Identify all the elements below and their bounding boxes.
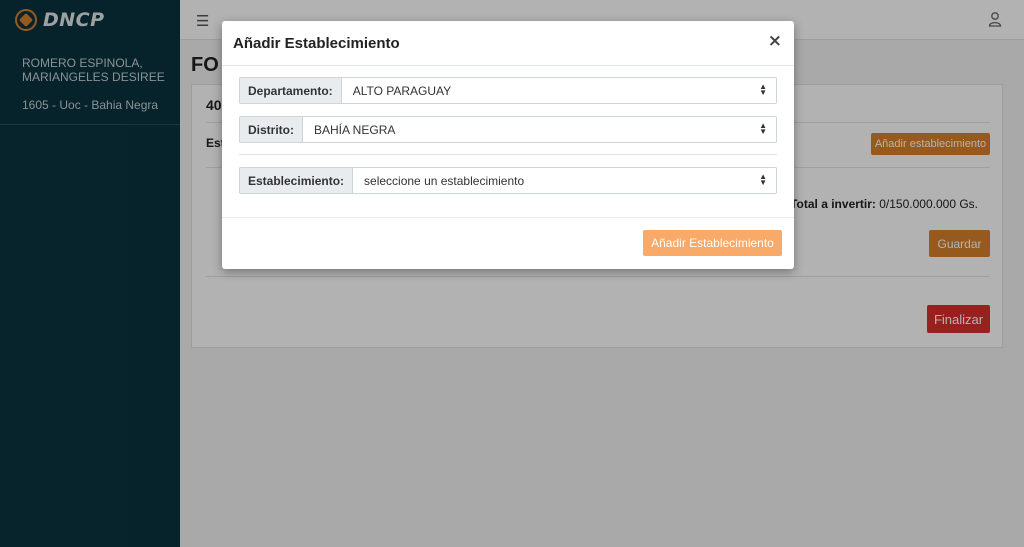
establecimiento-field: Establecimiento: seleccione un estableci…	[239, 167, 777, 194]
distrito-field: Distrito: BAHÍA NEGRA ▲ ▼	[239, 116, 777, 143]
select-arrows-icon: ▲ ▼	[759, 82, 767, 97]
modal-footer-divider	[222, 217, 794, 218]
select-arrows-icon: ▲ ▼	[759, 121, 767, 136]
departamento-field: Departamento: ALTO PARAGUAY ▲ ▼	[239, 77, 777, 104]
departamento-value: ALTO PARAGUAY	[352, 83, 452, 98]
departamento-label: Departamento:	[240, 78, 342, 103]
distrito-value: BAHÍA NEGRA	[314, 122, 396, 137]
distrito-select[interactable]: BAHÍA NEGRA ▲ ▼	[303, 117, 776, 142]
modal-header: Añadir Establecimiento ×	[222, 21, 794, 66]
establecimiento-value: seleccione un establecimiento	[364, 173, 525, 188]
distrito-label: Distrito:	[240, 117, 303, 142]
select-arrows-icon: ▲ ▼	[759, 172, 767, 187]
departamento-select[interactable]: ALTO PARAGUAY ▲ ▼	[341, 78, 776, 103]
establecimiento-select[interactable]: seleccione un establecimiento ▲ ▼	[353, 168, 776, 193]
modal-divider	[239, 154, 777, 155]
submit-add-establishment-button[interactable]: Añadir Establecimiento	[643, 230, 782, 256]
establecimiento-label: Establecimiento:	[240, 168, 354, 193]
modal-title: Añadir Establecimiento	[233, 35, 400, 52]
add-establishment-modal: Añadir Establecimiento × Departamento: A…	[222, 21, 794, 269]
close-icon[interactable]: ×	[768, 33, 782, 50]
